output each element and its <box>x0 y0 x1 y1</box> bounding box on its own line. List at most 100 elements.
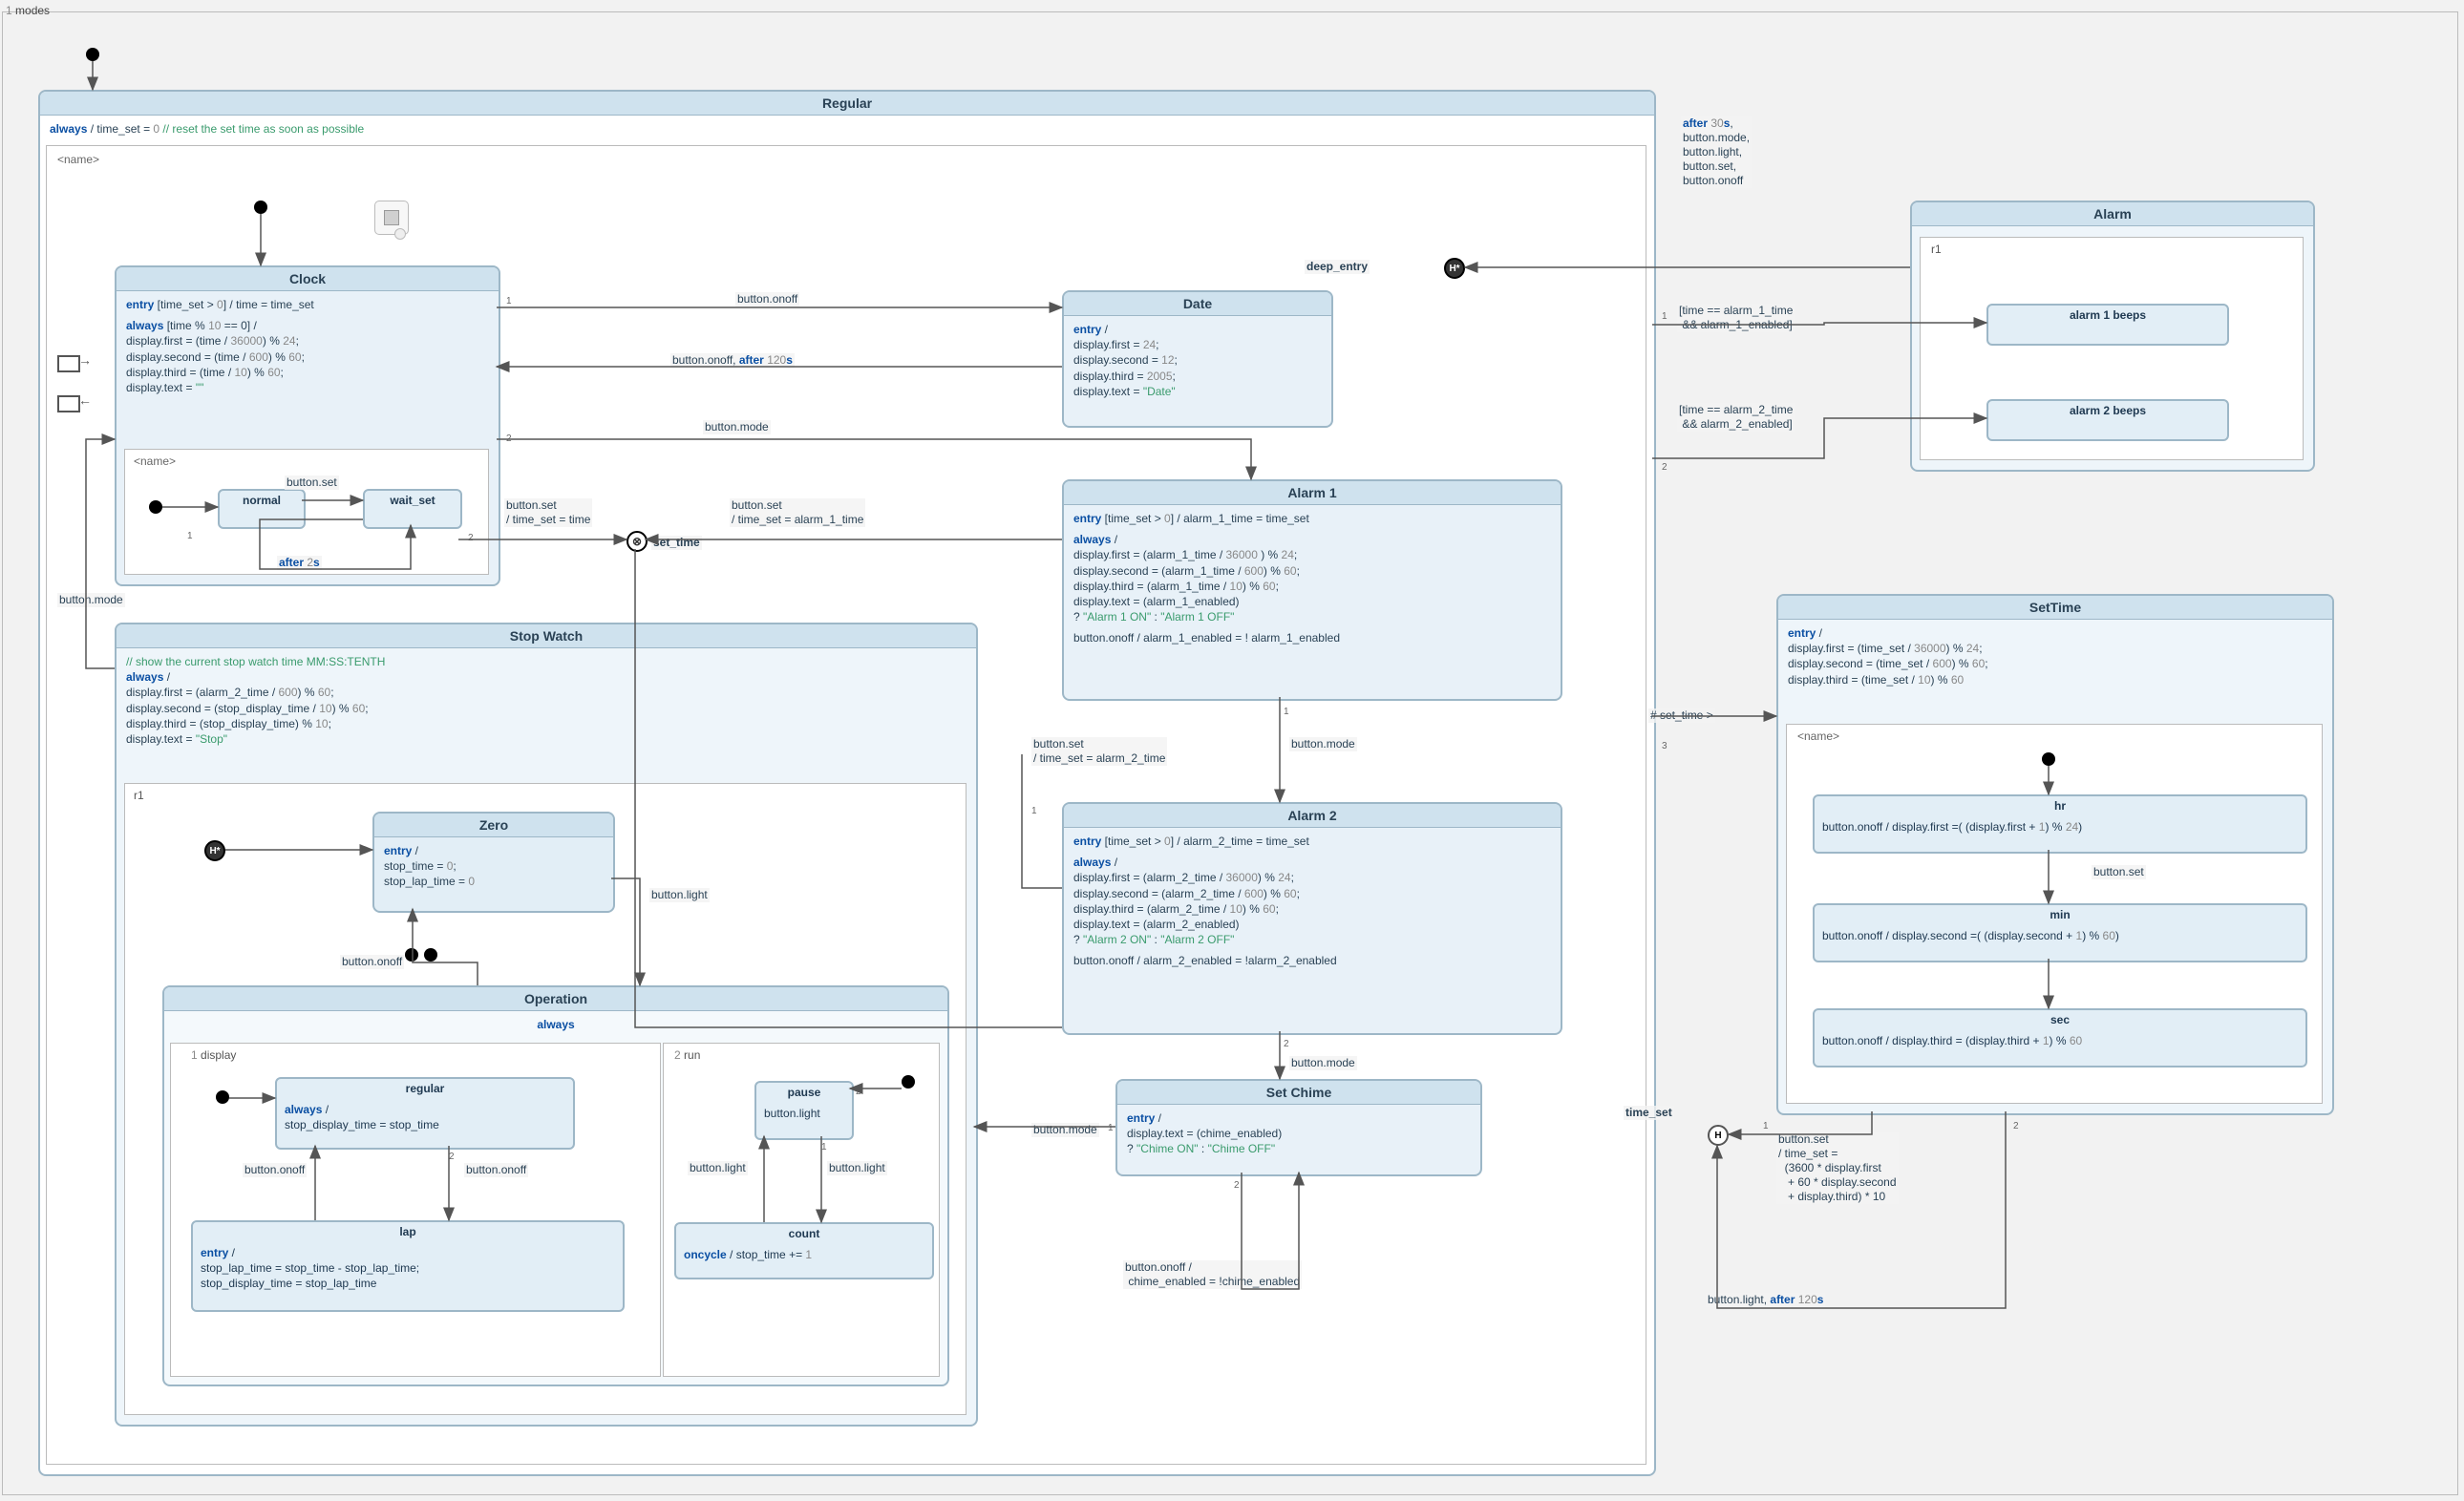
state-clock-body: entry [time_set > 0] / time = time_set a… <box>117 291 499 401</box>
state-hr-title: hr <box>1815 796 2305 815</box>
deep-entry-label: deep_entry <box>1305 260 1370 274</box>
priority-2j: 2 <box>2013 1121 2019 1131</box>
simulation-button[interactable] <box>374 201 409 235</box>
state-alarm2[interactable]: Alarm 2 entry [time_set > 0] / alarm_2_t… <box>1062 802 1562 1035</box>
state-min[interactable]: min button.onoff / display.second =( (di… <box>1813 903 2307 962</box>
transition-lap-regular: button.onoff <box>243 1163 307 1177</box>
priority-2g: 2 <box>1234 1180 1240 1191</box>
transition-waitset-normal: after 2s <box>277 556 322 570</box>
priority-1f: 1 <box>1031 806 1037 816</box>
state-regular-sw[interactable]: regular always / stop_display_time = sto… <box>275 1077 575 1150</box>
settime-region-name: <name> <box>1797 729 1839 743</box>
state-stopwatch-body: // show the current stop watch time MM:S… <box>117 648 976 752</box>
state-hr-body: button.onoff / display.first =( (display… <box>1815 815 2305 838</box>
priority-1b: 1 <box>187 531 193 541</box>
state-pause-body: button.light <box>756 1102 852 1125</box>
state-date-body: entry / display.first = 24; display.seco… <box>1064 316 1331 405</box>
initial-state-top <box>86 48 99 61</box>
entry-pin-arrow-icon: → <box>78 352 92 368</box>
initial-run <box>902 1075 915 1089</box>
state-regular-sw-body: always / stop_display_time = stop_time <box>277 1098 573 1136</box>
exit-pin-arrow-icon: ← <box>78 392 92 408</box>
settime-entry-connector: # set_time > <box>1648 708 1715 723</box>
transition-guard-alarm2: [time == alarm_2_time && alarm_2_enabled… <box>1677 403 1795 432</box>
state-sec-title: sec <box>1815 1010 2305 1029</box>
state-alarm2-title: Alarm 2 <box>1064 804 1561 828</box>
stop-icon <box>384 210 399 225</box>
transition-pause-count: button.light <box>827 1161 887 1175</box>
state-count-title: count <box>676 1224 932 1243</box>
state-pause[interactable]: pause button.light <box>754 1081 854 1140</box>
state-regular-title: Regular <box>40 92 1654 116</box>
priority-2h: 2 <box>1662 462 1667 473</box>
initial-settime <box>2042 752 2055 766</box>
state-regular-sw-title: regular <box>277 1079 573 1098</box>
state-min-body: button.onoff / display.second =( (displa… <box>1815 924 2305 947</box>
regular-region-name: <name> <box>57 153 99 166</box>
operation-region-run-label: 2 run <box>674 1048 700 1062</box>
state-date[interactable]: Date entry / display.first = 24; display… <box>1062 290 1333 428</box>
diagram-canvas: 1 modes Regular always / time_set = 0 //… <box>0 0 2464 1501</box>
transition-clock-alarm1-label: button.mode <box>703 420 771 434</box>
state-count[interactable]: count oncycle / stop_time += 1 <box>674 1222 934 1279</box>
clock-region-name: <name> <box>134 455 176 468</box>
priority-2c: 2 <box>449 1152 455 1162</box>
priority-3a: 3 <box>1662 741 1667 751</box>
priority-1j: 1 <box>1763 1121 1769 1131</box>
history-time-set: H <box>1708 1125 1729 1146</box>
priority-1e: 1 <box>821 1142 827 1152</box>
transition-settime-set-exit: button.set / time_set = (3600 * display.… <box>1776 1132 1899 1204</box>
bubble-icon <box>394 228 406 240</box>
state-hr[interactable]: hr button.onoff / display.first =( (disp… <box>1813 794 2307 854</box>
state-normal[interactable]: normal <box>218 489 306 529</box>
state-settime-body: entry / display.first = (time_set / 3600… <box>1778 620 2332 693</box>
state-zero[interactable]: Zero entry / stop_time = 0; stop_lap_tim… <box>372 812 615 913</box>
priority-1c: 1 <box>1284 707 1289 717</box>
state-count-body: oncycle / stop_time += 1 <box>676 1243 932 1266</box>
transition-regular-lap: button.onoff <box>464 1163 528 1177</box>
transition-operation-zero: button.onoff <box>340 955 404 969</box>
state-alarm2-beeps[interactable]: alarm 2 beeps <box>1986 399 2229 441</box>
transition-setchime-self: button.onoff / chime_enabled = !chime_en… <box>1123 1260 1302 1289</box>
deep-history-regular: H* <box>1444 258 1465 279</box>
state-date-title: Date <box>1064 292 1331 316</box>
state-alarm2-beeps-title: alarm 2 beeps <box>1988 401 2227 420</box>
state-zero-body: entry / stop_time = 0; stop_lap_time = 0 <box>374 837 613 896</box>
transition-normal-waitset: button.set <box>285 476 339 490</box>
transition-date-clock: button.onoff, after 120s <box>670 353 795 368</box>
state-alarm1-title: Alarm 1 <box>1064 481 1561 505</box>
state-operation-keyword: always <box>164 1011 947 1038</box>
state-alarm1[interactable]: Alarm 1 entry [time_set > 0] / alarm_1_t… <box>1062 479 1562 701</box>
modes-label: 1 modes <box>6 4 50 17</box>
state-regular-body: always / time_set = 0 // reset the set t… <box>40 116 1654 142</box>
state-alarm1-beeps-title: alarm 1 beeps <box>1988 306 2227 325</box>
state-stopwatch-title: Stop Watch <box>117 624 976 648</box>
transition-stopwatch-clock: button.mode <box>57 593 125 607</box>
transition-alarm2-settime: button.set / time_set = alarm_2_time <box>1031 737 1167 766</box>
state-alarm1-beeps[interactable]: alarm 1 beeps <box>1986 304 2229 346</box>
junction-stopwatch-b <box>424 948 437 962</box>
state-alarm1-body: entry [time_set > 0] / alarm_1_time = ti… <box>1064 505 1561 652</box>
state-settime-title: SetTime <box>1778 596 2332 620</box>
state-lap[interactable]: lap entry / stop_lap_time = stop_time - … <box>191 1220 625 1312</box>
transition-guard-alarm1: [time == alarm_1_time && alarm_1_enabled… <box>1677 304 1795 332</box>
priority-1h: 1 <box>1662 311 1667 322</box>
state-setchime-title: Set Chime <box>1117 1081 1480 1105</box>
transition-zero-operation: button.light <box>649 888 710 902</box>
state-sec-body: button.onoff / display.third = (display.… <box>1815 1029 2305 1052</box>
exit-point-set-time: ⊗ <box>627 531 648 552</box>
state-setchime-body: entry / display.text = (chime_enabled) ?… <box>1117 1105 1480 1163</box>
transition-alarm1-settime: button.set / time_set = alarm_1_time <box>730 498 865 527</box>
initial-display <box>216 1090 229 1104</box>
junction-stopwatch-a <box>405 948 418 962</box>
state-setchime[interactable]: Set Chime entry / display.text = (chime_… <box>1115 1079 1482 1176</box>
state-pause-title: pause <box>756 1083 852 1102</box>
state-min-title: min <box>1815 905 2305 924</box>
priority-2a: 2 <box>506 433 512 444</box>
state-lap-body: entry / stop_lap_time = stop_time - stop… <box>193 1241 623 1296</box>
state-sec[interactable]: sec button.onoff / display.third = (disp… <box>1813 1008 2307 1068</box>
state-wait-set[interactable]: wait_set <box>363 489 462 529</box>
priority-2d: 2 <box>856 1087 861 1097</box>
transition-alarm-regular: after 30s, button.mode, button.light, bu… <box>1681 116 1752 188</box>
transition-clock-date: button.onoff <box>735 292 799 307</box>
